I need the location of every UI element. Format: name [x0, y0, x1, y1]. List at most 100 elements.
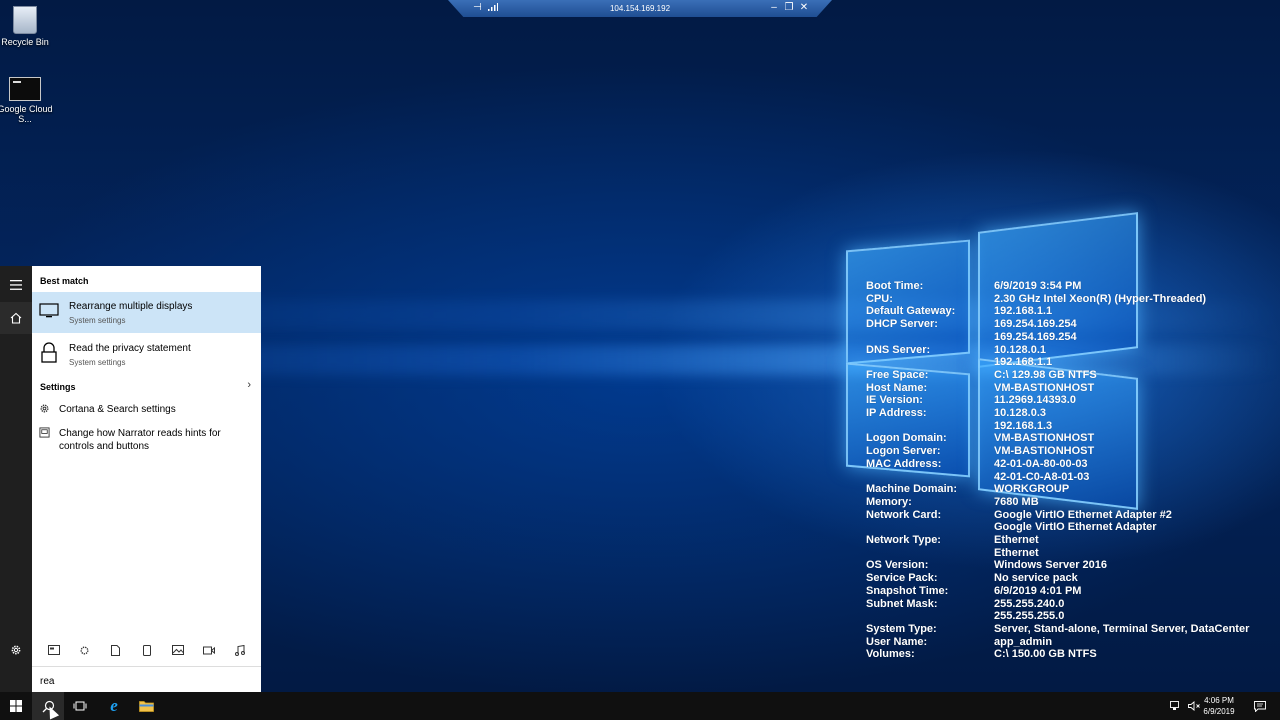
folder-icon — [138, 701, 154, 712]
search-result-privacy-statement[interactable]: Read the privacy statement System settin… — [32, 336, 261, 372]
bginfo-row: DNS Server: 10.128.0.1 — [866, 344, 1249, 357]
documents-filter-icon[interactable] — [106, 642, 126, 658]
bginfo-label: System Type: — [866, 622, 937, 635]
taskbar-clock[interactable]: 4:06 PM 6/9/2019 — [1194, 695, 1244, 717]
home-button[interactable] — [0, 302, 32, 334]
bginfo-value: C:\ 129.98 GB NTFS — [994, 368, 1097, 381]
bginfo-row: 192.168.1.3 — [866, 420, 1249, 433]
search-result-rearrange-displays[interactable]: Rearrange multiple displays System setti… — [32, 292, 261, 333]
bginfo-value: app_admin — [994, 635, 1053, 648]
desktop-icon-recycle-bin[interactable]: Recycle Bin — [0, 6, 53, 47]
bginfo-value: 169.254.169.254 — [994, 318, 1077, 331]
bginfo-label: DHCP Server: — [866, 318, 938, 331]
bginfo-row: Free Space: C:\ 129.98 GB NTFS — [866, 369, 1249, 382]
bginfo-row: Logon Domain: VM-BASTIONHOST — [866, 432, 1249, 445]
bginfo-label — [866, 547, 994, 560]
hamburger-menu-button[interactable] — [0, 269, 32, 301]
bginfo-label: IP Address: — [866, 407, 927, 420]
bginfo-row: Machine Domain: WORKGROUP — [866, 483, 1249, 496]
start-menu-rail — [0, 266, 32, 692]
recycle-bin-icon — [13, 6, 37, 34]
bginfo-value: Google VirtIO Ethernet Adapter — [994, 521, 1157, 534]
bginfo-value: 192.168.1.1 — [994, 305, 1053, 318]
gear-icon — [40, 404, 49, 413]
bginfo-value: 255.255.240.0 — [994, 597, 1065, 610]
settings-filter-icon[interactable] — [75, 642, 95, 658]
result-subtitle: System settings — [69, 358, 126, 367]
bginfo-value: 7680 MB — [994, 495, 1039, 508]
photos-filter-icon[interactable] — [168, 642, 188, 658]
internet-explorer-icon: e — [110, 696, 118, 715]
clock-time: 4:06 PM — [1204, 696, 1234, 705]
bginfo-label: Free Space: — [866, 368, 929, 381]
bginfo-label: Volumes: — [866, 648, 915, 661]
action-center-button[interactable] — [1246, 692, 1274, 720]
bginfo-value: No service pack — [994, 572, 1078, 585]
settings-item-cortana-search[interactable]: Cortana & Search settings — [32, 403, 261, 419]
best-match-heading: Best match — [40, 276, 89, 286]
bginfo-value: 169.254.169.254 — [994, 330, 1077, 343]
bginfo-row: CPU: 2.30 GHz Intel Xeon(R) (Hyper-Thread… — [866, 293, 1249, 306]
bginfo-row: Default Gateway: 192.168.1.1 — [866, 305, 1249, 318]
hamburger-icon — [10, 280, 22, 290]
settings-item-narrator-hints[interactable]: Change how Narrator reads hints for cont… — [32, 427, 261, 455]
bginfo-label — [866, 471, 994, 484]
bginfo-value: 42-01-0A-80-00-03 — [994, 457, 1088, 470]
close-icon[interactable]: ✕ — [798, 2, 810, 13]
internet-explorer-button[interactable]: e — [98, 692, 130, 720]
bginfo-value: VM-BASTIONHOST — [994, 445, 1095, 458]
search-input[interactable] — [38, 672, 252, 690]
music-filter-icon[interactable] — [230, 642, 250, 658]
bginfo-row: IP Address: 10.128.0.3 — [866, 407, 1249, 420]
result-subtitle: System settings — [69, 316, 126, 325]
chevron-right-icon[interactable]: › — [247, 379, 251, 391]
result-title: Read the privacy statement — [69, 343, 191, 354]
task-view-icon — [73, 701, 87, 711]
bginfo-label: Machine Domain: — [866, 483, 958, 496]
settings-button[interactable] — [0, 634, 32, 666]
start-button[interactable] — [0, 692, 32, 720]
bginfo-row: Boot Time: 6/9/2019 3:54 PM — [866, 280, 1249, 293]
bginfo-label: Memory: — [866, 495, 912, 508]
bginfo-label: DNS Server: — [866, 343, 931, 356]
search-filter-bar — [32, 640, 261, 660]
desktop-icon-label: Google Cloud S... — [0, 104, 53, 124]
restore-icon[interactable]: ❐ — [783, 2, 795, 13]
bginfo-label: MAC Address: — [866, 457, 942, 470]
command-prompt-icon — [9, 77, 41, 101]
bginfo-row: Network Type: Ethernet — [866, 534, 1249, 547]
bginfo-value: 255.255.255.0 — [994, 610, 1065, 623]
bginfo-row: Ethernet — [866, 547, 1249, 560]
bginfo-row: Google VirtIO Ethernet Adapter — [866, 521, 1249, 534]
bginfo-row: System Type: Server, Stand-alone, Termina… — [866, 623, 1249, 636]
bginfo-value: 2.30 GHz Intel Xeon(R) (Hyper-Threaded) — [994, 292, 1207, 305]
lock-icon — [41, 342, 57, 363]
settings-item-label: Cortana & Search settings — [59, 404, 176, 415]
file-explorer-button[interactable] — [130, 692, 162, 720]
bginfo-row: Logon Server: VM-BASTIONHOST — [866, 445, 1249, 458]
bginfo-panel: Boot Time: 6/9/2019 3:54 PM CPU: 2.30 GHz I… — [866, 280, 1249, 661]
network-icon[interactable] — [1170, 701, 1182, 711]
narrator-icon — [39, 427, 50, 438]
bginfo-value: Ethernet — [994, 534, 1039, 547]
bginfo-value: Server, Stand-alone, Terminal Server, Da… — [994, 622, 1250, 635]
bginfo-row: Volumes: C:\ 150.00 GB NTFS — [866, 648, 1249, 661]
settings-item-label: Change how Narrator reads hints for cont… — [59, 428, 221, 452]
bginfo-row: OS Version: Windows Server 2016 — [866, 559, 1249, 572]
bginfo-label: Network Type: — [866, 534, 941, 547]
bginfo-row: Memory: 7680 MB — [866, 496, 1249, 509]
bginfo-label: OS Version: — [866, 559, 929, 572]
settings-heading: Settings — [40, 382, 76, 392]
videos-filter-icon[interactable] — [199, 642, 219, 658]
apps-filter-icon[interactable] — [44, 642, 64, 658]
desktop-icon-google-cloud-sdk[interactable]: Google Cloud S... — [0, 77, 53, 124]
bginfo-row: DHCP Server: 169.254.169.254 — [866, 318, 1249, 331]
tablet-filter-icon[interactable] — [137, 642, 157, 658]
bginfo-row: 255.255.255.0 — [866, 610, 1249, 623]
minimize-icon[interactable]: – — [768, 2, 780, 13]
monitor-icon — [39, 303, 59, 318]
task-view-button[interactable] — [64, 692, 96, 720]
search-box — [32, 666, 261, 692]
bginfo-value: 10.128.0.3 — [994, 407, 1046, 420]
bginfo-label — [866, 420, 994, 433]
